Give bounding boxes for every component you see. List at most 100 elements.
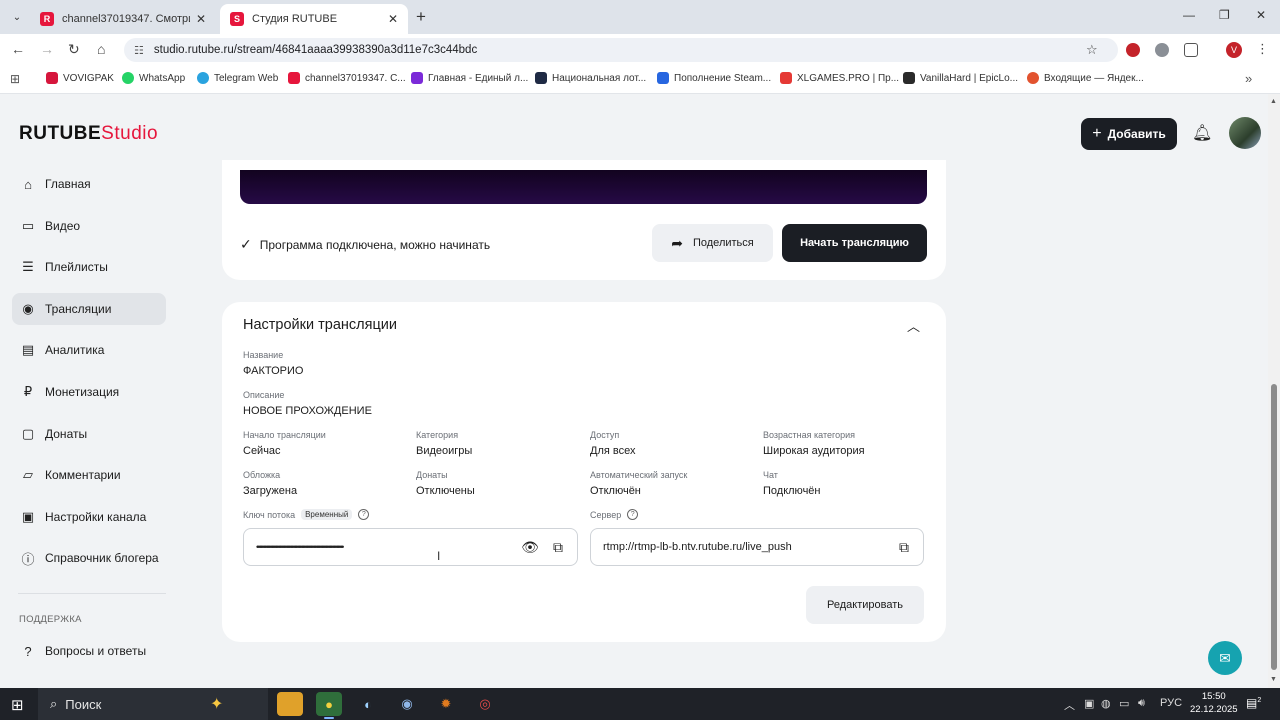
notifications-icon[interactable]: ▤2: [1246, 696, 1261, 710]
profile-avatar[interactable]: V: [1226, 42, 1242, 58]
browser-menu-icon[interactable]: ⋮: [1256, 41, 1269, 57]
stream-preview-player[interactable]: [240, 170, 927, 204]
sidebar-item-video[interactable]: ▭ Видео: [12, 210, 166, 242]
bookmark-favicon-icon: [657, 72, 669, 84]
field-donations: Донаты Отключены: [416, 470, 475, 497]
bookmark-item[interactable]: WhatsApp: [122, 72, 185, 84]
notifications-bell-icon[interactable]: 🔔︎: [1192, 123, 1212, 143]
help-icon[interactable]: ?: [627, 509, 639, 520]
bookmark-item[interactable]: channel37019347. C...: [288, 72, 406, 84]
bookmark-item[interactable]: Главная - Единый л...: [411, 72, 528, 84]
address-bar[interactable]: ☷ studio.rutube.ru/stream/46841aaaa39938…: [124, 38, 1118, 62]
page-scrollbar[interactable]: ▲ ▼: [1268, 94, 1280, 688]
sidebar-item-home[interactable]: ⌂ Главная: [12, 168, 166, 200]
settings-icon: ▣: [21, 508, 35, 524]
speaker-icon[interactable]: 🔊︎: [1138, 697, 1145, 710]
sidebar-item-playlists[interactable]: ☰ Плейлисты: [12, 251, 166, 283]
forward-icon[interactable]: →: [40, 41, 54, 57]
plus-icon: +: [1092, 125, 1102, 142]
close-tab-icon[interactable]: ✕: [388, 12, 398, 26]
scroll-thumb[interactable]: [1271, 384, 1277, 670]
search-icon: ⌕: [50, 696, 58, 711]
stream-preview-card: ✓ Программа подключена, можно начинать ➦…: [222, 160, 946, 280]
field-autostart: Автоматический запуск Отключён: [590, 470, 688, 497]
tray-app-icon[interactable]: ◍: [1101, 697, 1111, 710]
scroll-down-icon[interactable]: ▼: [1270, 676, 1277, 683]
eye-icon[interactable]: 👁︎: [521, 539, 539, 556]
user-avatar[interactable]: [1229, 117, 1261, 149]
start-broadcast-button[interactable]: Начать трансляцию: [782, 224, 927, 262]
extensions-puzzle-icon[interactable]: [1184, 43, 1198, 57]
studio-favicon-icon: S: [230, 12, 244, 26]
sidebar-item-donations[interactable]: ▢ Донаты: [12, 418, 166, 450]
copy-icon[interactable]: ⧉: [549, 539, 567, 556]
stream-key-field[interactable]: ••••••••••••••••••••••••••••••••••••••••…: [243, 528, 578, 566]
sidebar-item-blogger-guide[interactable]: ⓘ Справочник блогера: [12, 542, 166, 574]
sidebar-item-analytics[interactable]: ▤ Аналитика: [12, 334, 166, 366]
browser-tab-channel[interactable]: R channel37019347. Смотрите в... ✕: [30, 4, 216, 34]
apps-grid-icon[interactable]: ⊞: [10, 72, 20, 86]
site-info-icon[interactable]: ☷: [134, 44, 144, 57]
bookmark-item[interactable]: Входящие — Яндек...: [1027, 72, 1144, 84]
bookmark-item[interactable]: VanillaHard | EpicLo...: [903, 72, 1018, 84]
reload-icon[interactable]: ↻: [68, 41, 80, 58]
taskbar-search[interactable]: ⌕ Поиск ✦: [38, 688, 268, 720]
sidebar-item-faq[interactable]: ? Вопросы и ответы: [12, 635, 166, 667]
bookmark-item[interactable]: VOVIGPAK: [46, 72, 114, 84]
close-tab-icon[interactable]: ✕: [196, 12, 206, 26]
new-tab-icon[interactable]: +: [416, 7, 426, 27]
bookmark-item[interactable]: Национальная лот...: [535, 72, 646, 84]
stream-key-label-row: Ключ потока Временный ?: [243, 509, 370, 520]
video-icon: ▭: [21, 217, 35, 233]
chrome-icon[interactable]: ●: [316, 692, 342, 719]
share-icon: ➦: [671, 234, 683, 251]
tab-search-icon[interactable]: ⌄: [6, 6, 28, 28]
extension-icon[interactable]: [1126, 43, 1140, 57]
tray-app-icon[interactable]: ▣: [1084, 697, 1094, 710]
support-chat-icon[interactable]: ✉: [1208, 641, 1242, 675]
bookmark-item[interactable]: Telegram Web: [197, 72, 278, 84]
sidebar-item-broadcasts[interactable]: ◉ Трансляции: [12, 292, 166, 325]
bookmark-favicon-icon: [535, 72, 547, 84]
restore-icon[interactable]: ❐: [1219, 8, 1230, 22]
question-icon: ?: [24, 643, 32, 659]
home-page-icon[interactable]: ⌂: [97, 41, 105, 57]
collapse-chevron-up-icon[interactable]: ︿: [907, 316, 920, 335]
minimize-icon[interactable]: —: [1183, 8, 1195, 22]
tray-app-icon[interactable]: ▭: [1119, 697, 1129, 710]
server-url-field[interactable]: rtmp://rtmp-lb-b.ntv.rutube.ru/live_push…: [590, 528, 924, 566]
back-icon[interactable]: ←: [11, 41, 25, 57]
browser-tab-studio[interactable]: S Студия RUTUBE ✕: [220, 4, 408, 34]
bookmarks-bar: ⊞ VOVIGPAK WhatsApp Telegram Web channel…: [0, 66, 1280, 94]
factorio-icon[interactable]: ✹: [433, 692, 459, 716]
bookmark-favicon-icon: [411, 72, 423, 84]
share-button[interactable]: ➦ Поделиться: [652, 224, 773, 262]
sidebar-item-monetization[interactable]: ₽ Монетизация: [12, 376, 166, 408]
bookmark-item[interactable]: Пополнение Steam...: [657, 72, 771, 84]
language-indicator[interactable]: РУС: [1160, 697, 1182, 709]
bookmark-star-icon[interactable]: ☆: [1086, 42, 1098, 58]
windows-start-icon[interactable]: ⊞: [11, 696, 24, 714]
app-icon[interactable]: ◐: [355, 692, 381, 716]
close-window-icon[interactable]: ✕: [1256, 8, 1266, 22]
broadcast-settings-card: Настройки трансляции ︿ Название ФАКТОРИО…: [222, 302, 946, 642]
bookmark-item[interactable]: XLGAMES.PRO | Пр...: [780, 72, 899, 84]
scroll-up-icon[interactable]: ▲: [1270, 98, 1277, 105]
sidebar-item-channel-settings[interactable]: ▣ Настройки канала: [12, 501, 166, 533]
steam-icon[interactable]: ◉: [394, 692, 420, 716]
help-icon[interactable]: ?: [358, 509, 370, 520]
extension-icon[interactable]: [1155, 43, 1169, 57]
system-clock[interactable]: 15:50 22.12.2025: [1190, 690, 1238, 716]
copy-icon[interactable]: ⧉: [895, 539, 913, 556]
temporary-badge: Временный: [301, 509, 353, 520]
sidebar-item-comments[interactable]: ▱ Комментарии: [12, 459, 166, 491]
add-button[interactable]: + Добавить: [1081, 118, 1177, 150]
edit-button[interactable]: Редактировать: [806, 586, 924, 624]
file-explorer-icon[interactable]: [277, 692, 303, 716]
windows-taskbar: ⊞ ⌕ Поиск ✦ ● ◐ ◉ ✹ ◎ ︿ ▣ ◍ ▭ 🔊︎ РУС 15:…: [0, 688, 1280, 720]
tray-overflow-icon[interactable]: ︿: [1064, 697, 1075, 713]
rutube-studio-logo[interactable]: RUTUBEStudio: [19, 123, 158, 145]
bookmarks-overflow-icon[interactable]: »: [1245, 71, 1252, 86]
obs-icon[interactable]: ◎: [472, 692, 498, 716]
tab-title: Студия RUTUBE: [252, 13, 338, 25]
